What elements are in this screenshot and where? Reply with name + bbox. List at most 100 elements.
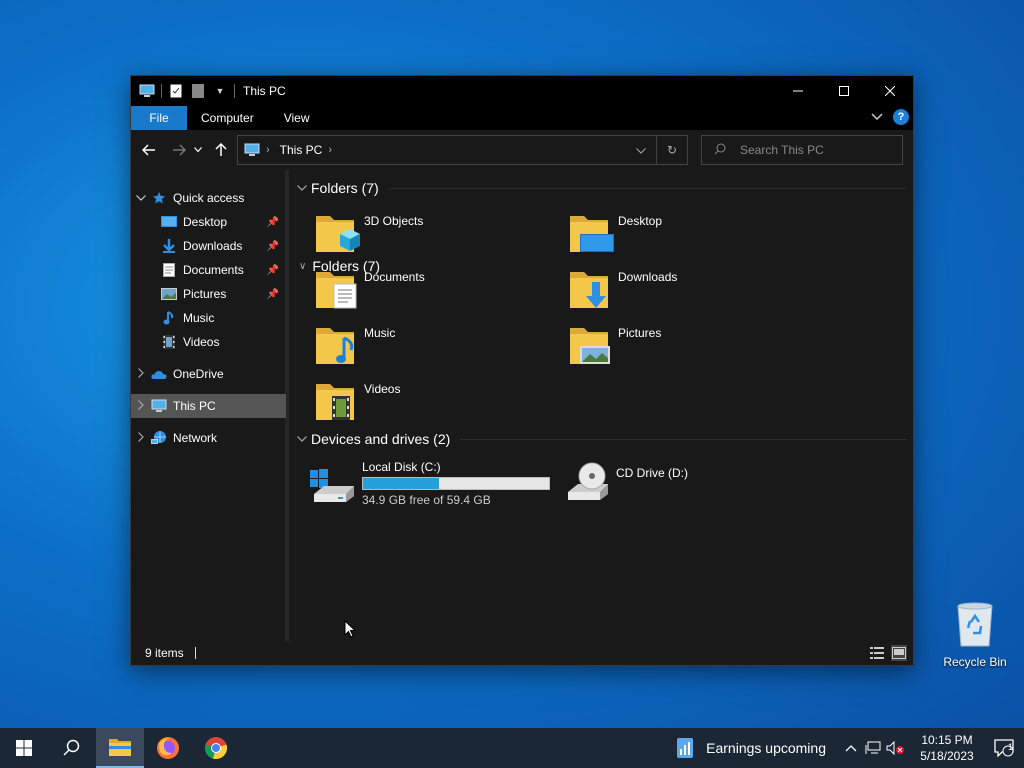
breadcrumb-chevron-icon[interactable]: › [328, 144, 332, 156]
expanded-chevron-icon[interactable] [131, 193, 151, 204]
desktop-recycle-bin[interactable]: Recycle Bin [942, 602, 1008, 669]
search-button[interactable] [48, 728, 96, 768]
nav-item-videos[interactable]: Videos [131, 330, 285, 354]
folder-desktop[interactable]: Desktop [568, 208, 662, 256]
pictures-icon [161, 286, 177, 302]
documents-folder-icon [316, 272, 357, 309]
pin-icon[interactable]: 📌 [265, 217, 281, 228]
breadcrumb-this-pc[interactable]: This PC [280, 143, 323, 157]
nav-quick-access[interactable]: Quick access [131, 186, 285, 210]
start-button[interactable] [0, 728, 48, 768]
drive-local-disk-c[interactable]: Local Disk (C:) 34.9 GB free of 59.4 GB [308, 458, 550, 507]
nav-item-music[interactable]: Music [131, 306, 285, 330]
folder-pictures[interactable]: Pictures [568, 320, 661, 368]
network-tray-icon[interactable] [862, 728, 884, 768]
item-count: 9 items [145, 646, 184, 660]
drive-cd-d[interactable]: CD Drive (D:) [562, 458, 688, 506]
maximize-button[interactable] [821, 76, 867, 106]
firefox-icon [157, 737, 179, 759]
recent-locations-button[interactable] [191, 138, 205, 162]
drive-c-free-space: 34.9 GB free of 59.4 GB [362, 493, 491, 507]
show-hidden-icons-icon[interactable] [840, 728, 862, 768]
breadcrumb-chevron-icon[interactable]: › [266, 144, 270, 156]
taskbar-file-explorer[interactable] [96, 728, 144, 768]
window-title: This PC [243, 84, 286, 98]
folder-documents[interactable]: Documents [314, 264, 425, 312]
drive-c-name: Local Disk (C:) [362, 460, 441, 474]
nav-quick-access-label: Quick access [173, 191, 245, 205]
clock-date: 5/18/2023 [920, 749, 974, 763]
music-icon [161, 310, 177, 326]
news-text: Earnings upcoming [706, 740, 826, 756]
address-bar[interactable]: › This PC › ↻ [237, 135, 688, 165]
action-center-button[interactable]: 1 [984, 728, 1024, 768]
forward-button[interactable] [167, 138, 191, 162]
collapsed-chevron-icon[interactable] [131, 431, 151, 445]
tab-view[interactable]: View [269, 106, 325, 130]
details-view-icon[interactable] [869, 645, 885, 661]
nav-item-desktop[interactable]: Desktop 📌 [131, 210, 285, 234]
nav-item-pictures[interactable]: Pictures 📌 [131, 282, 285, 306]
minimize-button[interactable] [775, 76, 821, 106]
collapsed-chevron-icon[interactable] [131, 367, 151, 381]
search-box[interactable]: Search This PC [701, 135, 903, 165]
downloads-folder-icon [570, 272, 608, 308]
folder-videos[interactable]: Videos [314, 376, 400, 424]
taskbar-firefox[interactable] [144, 728, 192, 768]
nav-this-pc[interactable]: This PC [131, 394, 286, 418]
expand-ribbon-icon[interactable] [871, 110, 883, 124]
nav-onedrive[interactable]: OneDrive [131, 362, 285, 386]
search-placeholder: Search This PC [740, 143, 824, 157]
taskbar-chrome[interactable] [192, 728, 240, 768]
videos-icon [161, 334, 177, 350]
desktop-folder-icon [161, 214, 177, 230]
pin-icon[interactable]: 📌 [265, 289, 281, 300]
folder-downloads[interactable]: Downloads [568, 264, 677, 312]
clock-time: 10:15 PM [921, 733, 973, 747]
refresh-icon[interactable]: ↻ [657, 143, 687, 157]
network-icon [151, 430, 167, 446]
taskbar: Earnings upcoming 10:15 PM 5/18/2023 1 [0, 728, 1024, 768]
new-folder-icon[interactable] [190, 83, 206, 99]
windows-logo-icon [16, 740, 32, 756]
collapsed-chevron-icon[interactable] [131, 399, 151, 413]
title-bar[interactable]: ▼ This PC [131, 76, 913, 106]
help-icon[interactable]: ? [893, 109, 909, 125]
nav-item-downloads[interactable]: Downloads 📌 [131, 234, 285, 258]
collapse-chevron-icon[interactable] [297, 436, 307, 442]
tab-computer[interactable]: Computer [187, 106, 269, 130]
folder-music[interactable]: Music [314, 320, 395, 368]
drive-d-name: CD Drive (D:) [616, 466, 688, 480]
downloads-icon [161, 238, 177, 254]
nav-item-documents[interactable]: Documents 📌 [131, 258, 285, 282]
this-pc-icon [244, 143, 260, 157]
collapse-chevron-icon[interactable] [297, 185, 307, 191]
volume-muted-icon[interactable] [884, 728, 906, 768]
address-dropdown-icon[interactable] [626, 143, 656, 157]
notification-count: 1 [1008, 742, 1014, 752]
mouse-cursor-icon [344, 620, 357, 638]
close-button[interactable] [867, 76, 913, 106]
onedrive-cloud-icon [151, 366, 167, 382]
properties-icon[interactable] [168, 83, 184, 99]
up-button[interactable] [209, 138, 233, 162]
back-button[interactable] [137, 138, 161, 162]
large-icons-view-icon[interactable] [891, 645, 907, 661]
devices-group-header[interactable]: Devices and drives (2) [292, 431, 906, 447]
nav-network[interactable]: Network [131, 426, 285, 450]
star-icon [151, 190, 167, 206]
customize-qat-icon[interactable]: ▼ [212, 83, 228, 99]
folders-header-label: Folders (7) [311, 180, 379, 196]
pin-icon[interactable]: 📌 [265, 241, 281, 252]
music-folder-icon [316, 328, 354, 364]
news-widget[interactable]: Earnings upcoming [676, 737, 826, 759]
documents-icon [161, 262, 177, 278]
pin-icon[interactable]: 📌 [265, 265, 281, 276]
folders-group-header[interactable]: Folders (7) [292, 180, 906, 196]
drive-c-usage-bar [362, 477, 550, 490]
tab-file[interactable]: File [131, 106, 187, 130]
news-stock-icon [677, 738, 694, 758]
clock[interactable]: 10:15 PM 5/18/2023 [910, 732, 984, 764]
this-pc-icon [139, 83, 155, 99]
folder-3d-objects[interactable]: 3D Objects [314, 208, 423, 256]
